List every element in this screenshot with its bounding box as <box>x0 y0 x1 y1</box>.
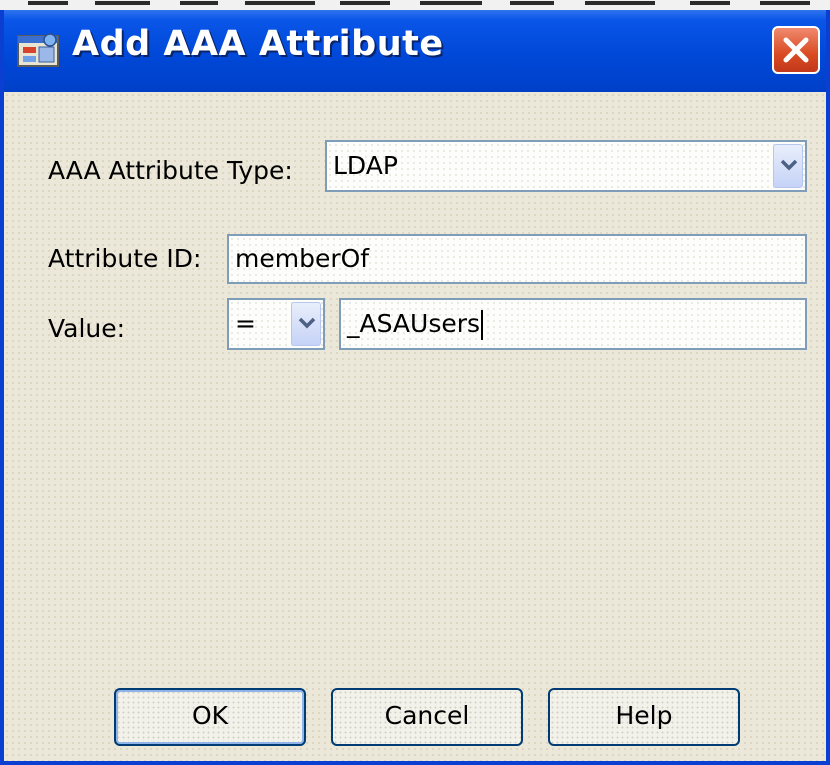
attribute-id-value: memberOf <box>235 244 370 273</box>
close-x-icon <box>783 37 809 63</box>
cancel-button[interactable]: Cancel <box>331 688 523 746</box>
attribute-id-label: Attribute ID: <box>48 244 202 273</box>
help-button[interactable]: Help <box>548 688 740 746</box>
attribute-type-value: LDAP <box>333 151 398 180</box>
app-window-icon <box>16 30 62 70</box>
chevron-down-icon <box>298 317 316 329</box>
cropped-text-strip <box>0 0 830 10</box>
attribute-value-text: _ASAUsers <box>347 309 481 338</box>
dialog-title: Add AAA Attribute <box>72 24 444 64</box>
attribute-type-select[interactable]: LDAP <box>325 140 807 192</box>
operator-value: = <box>235 309 256 338</box>
ok-button[interactable]: OK <box>114 688 306 746</box>
add-aaa-attribute-dialog: Add AAA Attribute AAA Attribute Type: LD… <box>0 10 830 765</box>
attribute-id-input[interactable]: memberOf <box>227 234 807 284</box>
attribute-value-input[interactable]: _ASAUsers <box>339 298 807 350</box>
operator-dropdown-button[interactable] <box>291 302 321 346</box>
close-button[interactable] <box>772 26 820 74</box>
operator-select[interactable]: = <box>227 298 325 350</box>
title-bar[interactable]: Add AAA Attribute <box>4 10 826 92</box>
attribute-type-label: AAA Attribute Type: <box>48 156 293 185</box>
attribute-type-dropdown-button[interactable] <box>773 144 803 188</box>
dialog-body: AAA Attribute Type: LDAP Attribute ID: m… <box>4 92 826 761</box>
value-label: Value: <box>48 314 126 343</box>
chevron-down-icon <box>780 159 798 171</box>
text-cursor <box>481 310 484 340</box>
